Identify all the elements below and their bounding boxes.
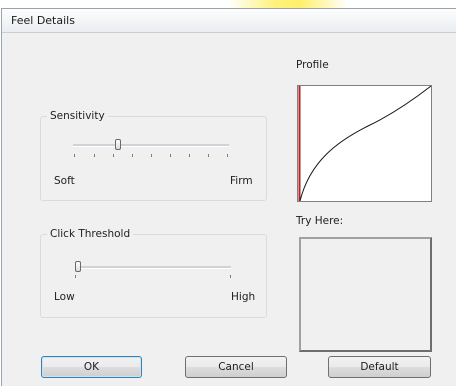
default-button[interactable]: Default bbox=[328, 356, 431, 378]
profile-curve bbox=[299, 85, 432, 202]
profile-graph bbox=[297, 85, 432, 202]
sensitivity-slider-thumb[interactable] bbox=[115, 139, 122, 150]
click-threshold-tick bbox=[230, 275, 231, 278]
title-highlight bbox=[228, 0, 348, 8]
ok-button[interactable]: OK bbox=[41, 356, 142, 378]
sensitivity-slider[interactable] bbox=[70, 135, 232, 157]
click-threshold-slider-thumb[interactable] bbox=[75, 261, 81, 272]
sensitivity-min-label: Soft bbox=[54, 175, 75, 187]
try-here-label: Try Here: bbox=[296, 215, 344, 227]
sensitivity-slider-track bbox=[73, 144, 229, 147]
sensitivity-max-label: Firm bbox=[230, 175, 253, 187]
feel-details-dialog: Feel Details Sensitivity Soft Firm Click… bbox=[1, 8, 456, 386]
sensitivity-tick bbox=[227, 154, 228, 157]
sensitivity-tick bbox=[170, 154, 171, 157]
click-threshold-min-label: Low bbox=[54, 291, 75, 303]
window-title: Feel Details bbox=[11, 14, 75, 27]
click-threshold-tick bbox=[75, 275, 76, 278]
click-threshold-slider[interactable] bbox=[72, 261, 234, 281]
sensitivity-group-label: Sensitivity bbox=[47, 110, 108, 122]
sensitivity-tick bbox=[132, 154, 133, 157]
click-threshold-group-label: Click Threshold bbox=[47, 228, 134, 240]
sensitivity-tick bbox=[208, 154, 209, 157]
click-threshold-max-label: High bbox=[231, 291, 256, 303]
sensitivity-tick bbox=[189, 154, 190, 157]
sensitivity-tick bbox=[113, 154, 114, 157]
sensitivity-tick bbox=[94, 154, 95, 157]
sensitivity-group: Sensitivity bbox=[40, 110, 267, 201]
profile-label: Profile bbox=[296, 59, 329, 71]
try-here-area[interactable] bbox=[299, 237, 432, 352]
sensitivity-tick bbox=[151, 154, 152, 157]
profile-curve-svg bbox=[298, 85, 432, 202]
cancel-button[interactable]: Cancel bbox=[185, 356, 287, 378]
sensitivity-tick bbox=[74, 154, 75, 157]
title-bar[interactable]: Feel Details bbox=[2, 9, 456, 33]
click-threshold-slider-track bbox=[75, 266, 231, 269]
